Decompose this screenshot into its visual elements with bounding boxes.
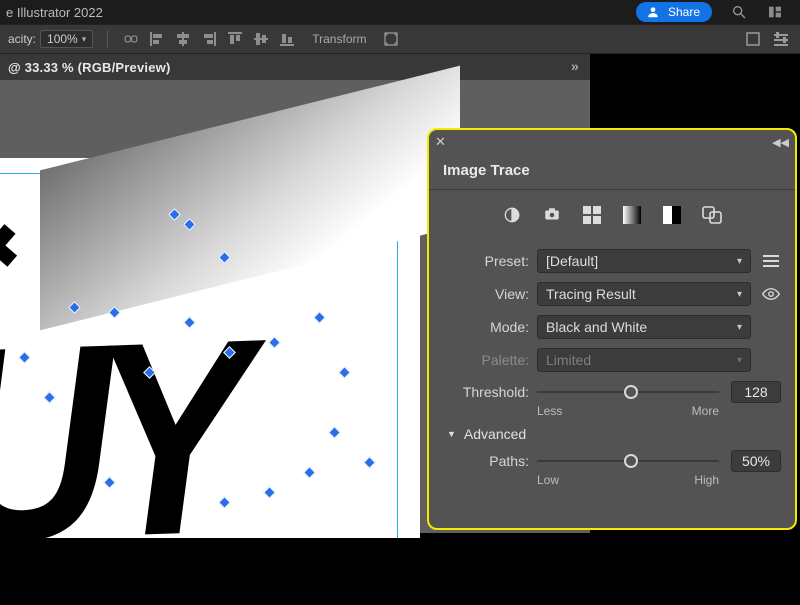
expand-icon[interactable] xyxy=(744,30,762,48)
arrange-icon[interactable] xyxy=(766,3,784,21)
panel-title[interactable]: Image Trace xyxy=(429,154,795,190)
close-icon[interactable]: ✕ xyxy=(435,134,446,150)
document-area: @ 33.33 % (RGB/Preview) » xyxy=(0,54,590,80)
auto-color-icon[interactable] xyxy=(501,204,523,226)
transform-label[interactable]: Transform xyxy=(312,32,366,46)
paths-high-label: High xyxy=(694,473,719,487)
artwork-glyph-uy: UY xyxy=(0,277,235,604)
chevron-down-icon: ▾ xyxy=(82,34,87,45)
app-title: e Illustrator 2022 xyxy=(6,5,103,20)
anchor-point[interactable] xyxy=(303,466,316,479)
preset-label: Preset: xyxy=(443,253,529,269)
mode-dropdown[interactable]: Black and White ▾ xyxy=(537,315,751,339)
anchor-point[interactable] xyxy=(338,366,351,379)
threshold-high-label: More xyxy=(692,404,719,418)
chevron-down-icon: ▾ xyxy=(737,289,742,300)
palette-dropdown: Limited ▾ xyxy=(537,348,751,372)
view-label: View: xyxy=(443,286,529,302)
paths-low-label: Low xyxy=(537,473,559,487)
isolate-icon[interactable] xyxy=(382,30,400,48)
align-right-icon[interactable] xyxy=(200,30,218,48)
paths-slider[interactable] xyxy=(537,452,719,470)
threshold-slider[interactable] xyxy=(537,383,719,401)
opacity-label: acity: xyxy=(8,32,36,46)
chevron-double-icon[interactable]: » xyxy=(566,57,584,75)
chevron-down-icon: ▾ xyxy=(737,256,742,267)
anchor-point[interactable] xyxy=(328,426,341,439)
anchor-point[interactable] xyxy=(313,311,326,324)
paths-value[interactable]: 50% xyxy=(731,450,781,472)
mode-label: Mode: xyxy=(443,319,529,335)
chevron-down-icon: ▾ xyxy=(737,322,742,333)
view-dropdown[interactable]: Tracing Result ▾ xyxy=(537,282,751,306)
view-value: Tracing Result xyxy=(546,286,636,302)
align-center-v-icon[interactable] xyxy=(252,30,270,48)
anchor-point[interactable] xyxy=(363,456,376,469)
separator xyxy=(107,30,108,48)
share-button[interactable]: Share xyxy=(636,2,712,22)
align-left-icon[interactable] xyxy=(148,30,166,48)
user-icon xyxy=(644,3,662,21)
align-top-icon[interactable] xyxy=(226,30,244,48)
mode-value: Black and White xyxy=(546,319,647,335)
trace-preset-icons xyxy=(443,198,781,240)
palette-label: Palette: xyxy=(443,352,529,368)
control-bar: acity: 100% ▾ Transform xyxy=(0,24,800,54)
palette-value: Limited xyxy=(546,352,591,368)
anchor-point[interactable] xyxy=(263,486,276,499)
document-tab-label: @ 33.33 % (RGB/Preview) xyxy=(8,60,171,75)
document-tab[interactable]: @ 33.33 % (RGB/Preview) » xyxy=(0,54,590,80)
preset-dropdown[interactable]: [Default] ▾ xyxy=(537,249,751,273)
preset-menu-icon[interactable] xyxy=(761,254,781,268)
triangle-down-icon: ▼ xyxy=(447,429,456,439)
advanced-toggle[interactable]: ▼ Advanced xyxy=(447,426,781,442)
share-label: Share xyxy=(668,5,700,19)
link-icon[interactable] xyxy=(122,30,140,48)
advanced-label: Advanced xyxy=(464,426,526,442)
low-color-icon[interactable] xyxy=(581,204,603,226)
artboard[interactable]: ✖ UY xyxy=(0,158,420,538)
settings-icon[interactable] xyxy=(772,30,790,48)
threshold-low-label: Less xyxy=(537,404,562,418)
align-bottom-icon[interactable] xyxy=(278,30,296,48)
grayscale-icon[interactable] xyxy=(621,204,643,226)
preset-value: [Default] xyxy=(546,253,598,269)
eye-icon[interactable] xyxy=(761,287,781,301)
artwork-glyph-x: ✖ xyxy=(0,211,23,284)
chevron-down-icon: ▾ xyxy=(737,355,742,366)
anchor-point[interactable] xyxy=(268,336,281,349)
search-icon[interactable] xyxy=(730,3,748,21)
high-color-icon[interactable] xyxy=(541,204,563,226)
align-center-h-icon[interactable] xyxy=(174,30,192,48)
image-trace-panel: ✕ ◀◀ Image Trace Preset: [Default] ▾ Vie… xyxy=(427,128,797,530)
outline-icon[interactable] xyxy=(701,204,723,226)
threshold-label: Threshold: xyxy=(443,384,529,400)
paths-label: Paths: xyxy=(443,453,529,469)
collapse-icon[interactable]: ◀◀ xyxy=(772,136,789,149)
black-white-icon[interactable] xyxy=(661,204,683,226)
opacity-field[interactable]: 100% ▾ xyxy=(40,30,93,48)
app-menubar: e Illustrator 2022 Share xyxy=(0,0,800,24)
opacity-value: 100% xyxy=(47,32,78,46)
threshold-value[interactable]: 128 xyxy=(731,381,781,403)
